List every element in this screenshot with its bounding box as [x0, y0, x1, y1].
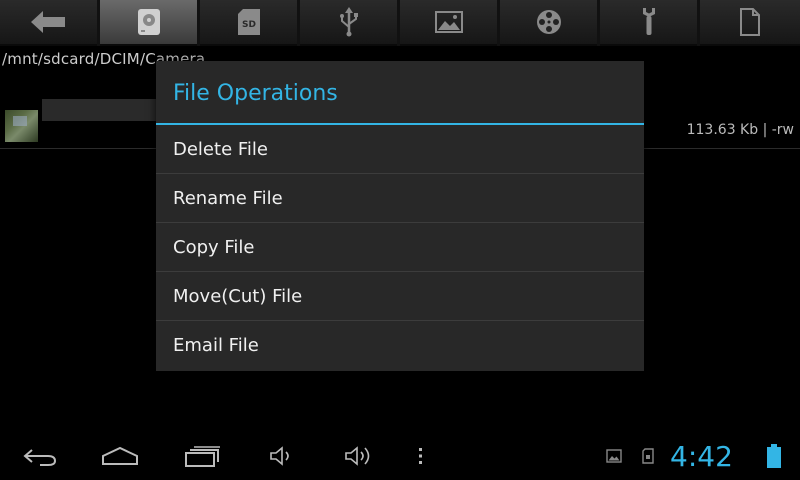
move-file-item[interactable]: Move(Cut) File [156, 272, 644, 321]
nav-back-button[interactable] [20, 432, 60, 480]
nav-back-icon [23, 449, 57, 466]
sd-card-notification-icon [642, 448, 654, 464]
wrench-icon [642, 8, 655, 35]
volume-down-button[interactable] [266, 432, 296, 480]
usb-icon [339, 7, 358, 37]
image-icon [434, 11, 463, 33]
status-clock: 4:42 [670, 440, 733, 473]
back-button[interactable] [0, 0, 97, 46]
volume-down-icon [270, 446, 289, 466]
battery-status [762, 432, 786, 480]
file-name-highlight [42, 99, 162, 121]
overflow-dots-icon [419, 448, 422, 464]
volume-up-button[interactable] [342, 432, 376, 480]
file-operations-dialog: File Operations Delete File Rename File … [156, 61, 644, 371]
internal-storage-button[interactable] [100, 0, 197, 46]
notification-sd [638, 432, 658, 480]
volume-up-icon [345, 446, 370, 466]
file-size-permissions: 113.63 Kb | -rw [686, 122, 794, 138]
documents-button[interactable] [700, 0, 800, 46]
dialog-title: File Operations [156, 61, 644, 125]
video-reel-icon [536, 10, 561, 34]
notification-image [604, 432, 624, 480]
sd-card-icon: SD [237, 9, 260, 35]
sd-card-button[interactable]: SD [200, 0, 297, 46]
file-thumbnail [5, 110, 38, 142]
usb-button[interactable] [300, 0, 397, 46]
nav-home-button[interactable] [100, 432, 140, 480]
nav-recents-button[interactable] [182, 432, 222, 480]
nav-home-icon [102, 446, 138, 465]
battery-icon [767, 444, 781, 468]
settings-button[interactable] [600, 0, 697, 46]
images-button[interactable] [400, 0, 497, 46]
internal-storage-icon [137, 9, 160, 35]
sd-card-label: SD [242, 20, 256, 30]
menu-overflow-button[interactable] [412, 432, 430, 480]
top-toolbar: SD [0, 0, 800, 46]
copy-file-item[interactable]: Copy File [156, 223, 644, 272]
back-arrow-icon [30, 11, 65, 33]
delete-file-item[interactable]: Delete File [156, 125, 644, 174]
rename-file-item[interactable]: Rename File [156, 174, 644, 223]
email-file-item[interactable]: Email File [156, 321, 644, 370]
videos-button[interactable] [500, 0, 597, 46]
gallery-notification-icon [606, 449, 622, 463]
nav-recents-icon [185, 446, 220, 467]
document-icon [740, 8, 760, 36]
